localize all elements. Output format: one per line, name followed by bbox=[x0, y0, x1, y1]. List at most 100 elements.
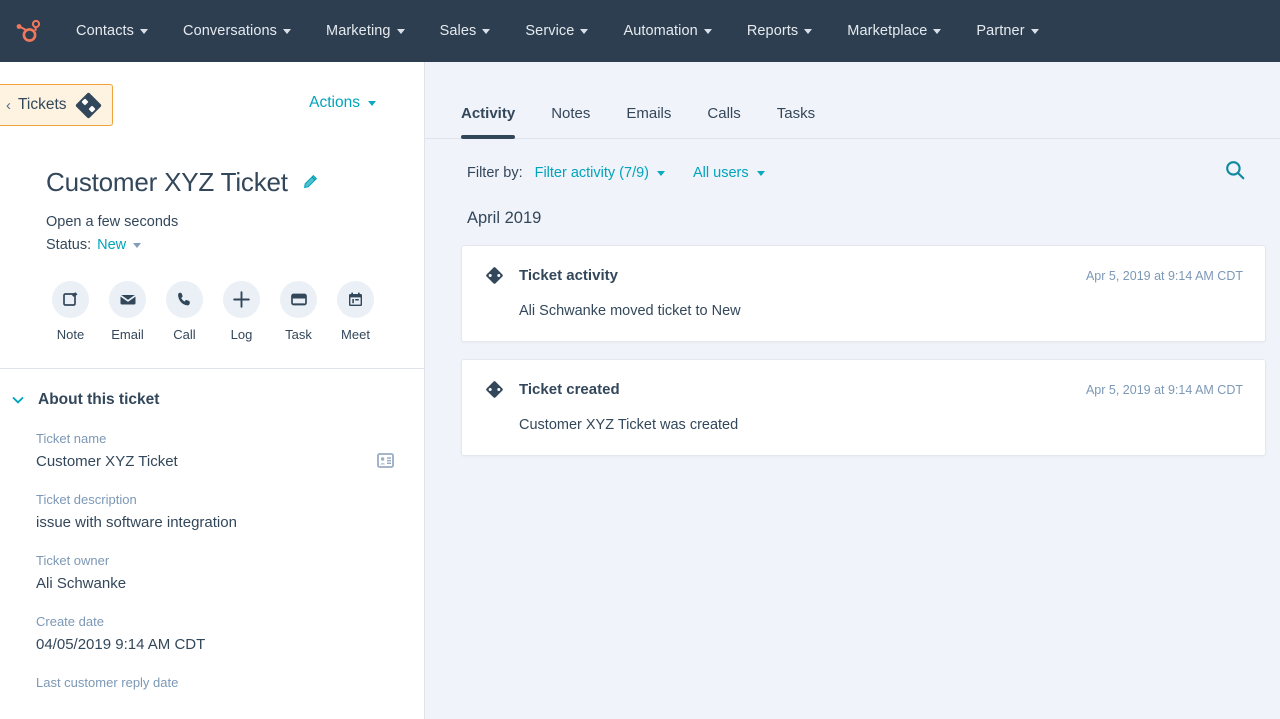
nav-item-conversations[interactable]: Conversations bbox=[183, 23, 292, 39]
activity-card-timestamp: Apr 5, 2019 at 9:14 AM CDT bbox=[1085, 382, 1243, 397]
chevron-down-icon[interactable] bbox=[133, 242, 142, 248]
activity-filter-dropdown[interactable]: Filter activity (7/9) bbox=[534, 165, 666, 181]
nav-item-partner[interactable]: Partner bbox=[976, 23, 1039, 39]
status-value[interactable]: New bbox=[97, 237, 126, 253]
ticket-diamond-icon bbox=[484, 265, 505, 286]
calendar-icon bbox=[337, 281, 374, 318]
field-ticket-name: Ticket name Customer XYZ Ticket bbox=[0, 431, 424, 470]
quick-action-call[interactable]: Call bbox=[156, 281, 213, 342]
tab-calls[interactable]: Calls bbox=[689, 105, 758, 138]
field-ticket-description: Ticket description issue with software i… bbox=[0, 492, 424, 531]
nav-item-automation[interactable]: Automation bbox=[623, 23, 712, 39]
ticket-sidebar: ‹ Tickets Actions Customer XYZ Ticket Op… bbox=[0, 62, 425, 719]
activity-card-body: Ali Schwanke moved ticket to New bbox=[519, 303, 741, 319]
activity-filter-label: Filter activity (7/9) bbox=[534, 165, 650, 181]
quick-action-log[interactable]: Log bbox=[213, 281, 270, 342]
envelope-icon bbox=[109, 281, 146, 318]
quick-action-task[interactable]: Task bbox=[270, 281, 327, 342]
tab-label: Calls bbox=[707, 105, 741, 122]
chevron-down-icon bbox=[396, 28, 405, 34]
nav-item-label: Contacts bbox=[76, 23, 135, 39]
activity-card-header: Ticket activity Apr 5, 2019 at 9:14 AM C… bbox=[484, 265, 1243, 286]
tab-label: Activity bbox=[461, 105, 516, 122]
ticket-status-row: Status: New bbox=[0, 237, 424, 253]
activity-card[interactable]: Ticket activity Apr 5, 2019 at 9:14 AM C… bbox=[461, 245, 1266, 342]
about-section-title: About this ticket bbox=[38, 391, 160, 408]
nav-item-label: Partner bbox=[976, 23, 1025, 39]
user-filter-dropdown[interactable]: All users bbox=[693, 165, 765, 181]
back-to-tickets-button[interactable]: ‹ Tickets bbox=[0, 84, 113, 126]
note-icon bbox=[52, 281, 89, 318]
about-section-header[interactable]: About this ticket bbox=[0, 369, 424, 409]
field-value[interactable]: Customer XYZ Ticket bbox=[36, 453, 396, 470]
ticket-diamond-icon bbox=[74, 91, 102, 119]
task-icon bbox=[280, 281, 317, 318]
tab-emails[interactable]: Emails bbox=[608, 105, 689, 138]
chevron-down-icon bbox=[140, 28, 149, 34]
chevron-down-icon bbox=[580, 28, 589, 34]
field-label: Create date bbox=[36, 614, 104, 629]
chevron-down-icon bbox=[933, 28, 942, 34]
nav-item-label: Reports bbox=[746, 23, 799, 39]
nav-item-reports[interactable]: Reports bbox=[746, 23, 813, 39]
field-label: Last customer reply date bbox=[36, 675, 179, 690]
tab-label: Notes bbox=[551, 105, 591, 122]
ticket-diamond-icon bbox=[484, 379, 505, 400]
pencil-icon[interactable] bbox=[301, 174, 318, 191]
nav-item-label: Marketing bbox=[326, 23, 391, 39]
activity-card-title: Ticket created bbox=[519, 381, 620, 398]
filter-by-label: Filter by: bbox=[467, 165, 523, 181]
quick-action-email[interactable]: Email bbox=[99, 281, 156, 342]
ticket-title-row: Customer XYZ Ticket bbox=[0, 167, 424, 198]
tab-label: Emails bbox=[626, 105, 672, 122]
field-label: Ticket owner bbox=[36, 553, 110, 568]
tab-tasks[interactable]: Tasks bbox=[759, 105, 833, 138]
quick-action-label: Call bbox=[173, 327, 196, 342]
quick-action-label: Task bbox=[285, 327, 312, 342]
user-filter-label: All users bbox=[693, 165, 749, 181]
nav-item-label: Sales bbox=[439, 23, 477, 39]
field-value[interactable]: Ali Schwanke bbox=[36, 575, 396, 592]
tab-label: Tasks bbox=[776, 105, 816, 122]
tab-activity[interactable]: Activity bbox=[443, 105, 533, 139]
chevron-down-icon bbox=[756, 170, 765, 176]
nav-item-contacts[interactable]: Contacts bbox=[76, 23, 149, 39]
field-value[interactable]: issue with software integration bbox=[36, 514, 396, 531]
hubspot-sprocket-logo[interactable] bbox=[10, 11, 50, 51]
activity-card-timestamp: Apr 5, 2019 at 9:14 AM CDT bbox=[1085, 268, 1243, 283]
nav-item-marketplace[interactable]: Marketplace bbox=[847, 23, 942, 39]
quick-action-meet[interactable]: Meet bbox=[327, 281, 384, 342]
activity-card[interactable]: Ticket created Apr 5, 2019 at 9:14 AM CD… bbox=[461, 359, 1266, 456]
nav-item-service[interactable]: Service bbox=[525, 23, 589, 39]
chevron-down-icon bbox=[368, 100, 376, 106]
chevron-down-icon[interactable] bbox=[10, 392, 26, 408]
field-value[interactable]: 04/05/2019 9:14 AM CDT bbox=[36, 636, 396, 653]
ticket-open-duration: Open a few seconds bbox=[46, 214, 179, 230]
field-create-date: Create date 04/05/2019 9:14 AM CDT bbox=[0, 614, 424, 653]
nav-item-marketing[interactable]: Marketing bbox=[326, 23, 405, 39]
chevron-down-icon bbox=[283, 28, 292, 34]
quick-action-note[interactable]: Note bbox=[42, 281, 99, 342]
nav-item-sales[interactable]: Sales bbox=[440, 23, 491, 39]
tab-notes[interactable]: Notes bbox=[533, 105, 608, 138]
field-label: Ticket description bbox=[36, 492, 137, 507]
search-icon[interactable] bbox=[1224, 159, 1246, 181]
nav-item-label: Service bbox=[525, 23, 575, 39]
quick-action-label: Meet bbox=[341, 327, 370, 342]
contact-card-icon[interactable] bbox=[377, 453, 394, 473]
month-heading: April 2019 bbox=[467, 209, 542, 227]
phone-icon bbox=[166, 281, 203, 318]
chevron-down-icon bbox=[1030, 28, 1039, 34]
filter-bar: Filter by: Filter activity (7/9) All use… bbox=[425, 139, 1280, 181]
chevron-down-icon bbox=[657, 170, 666, 176]
actions-dropdown[interactable]: Actions bbox=[309, 94, 376, 112]
page-title: Customer XYZ Ticket bbox=[46, 167, 288, 197]
chevron-down-icon bbox=[703, 28, 712, 34]
page-body: ‹ Tickets Actions Customer XYZ Ticket Op… bbox=[0, 62, 1280, 719]
activity-card-title: Ticket activity bbox=[519, 267, 618, 284]
actions-label: Actions bbox=[309, 94, 360, 111]
back-link-label: Tickets bbox=[18, 96, 67, 113]
quick-actions-row: Note Email Call Log Task Meet bbox=[0, 281, 424, 342]
status-label: Status: bbox=[46, 237, 92, 253]
tab-bar: Activity Notes Emails Calls Tasks bbox=[425, 62, 1280, 139]
